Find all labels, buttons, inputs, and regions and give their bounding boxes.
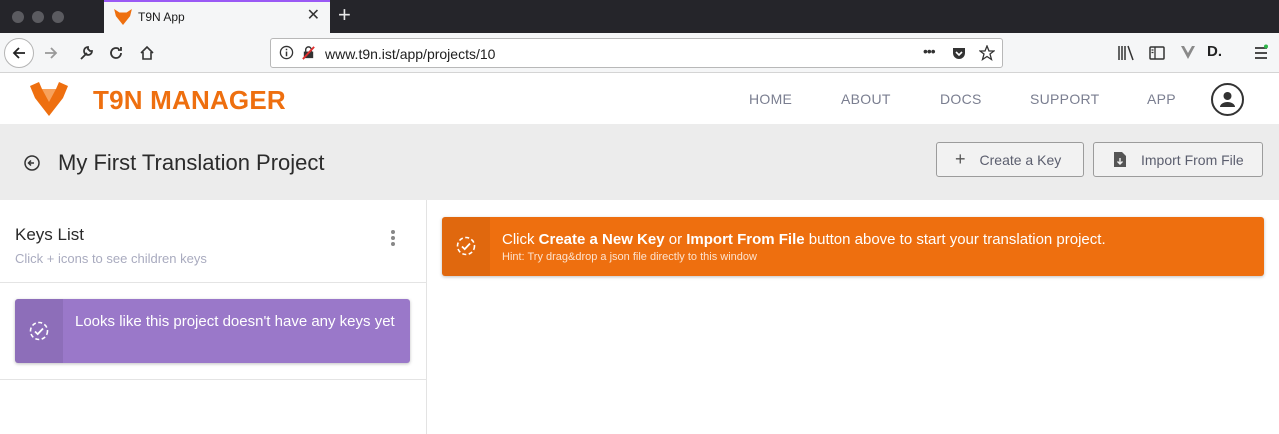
back-button[interactable]: [4, 38, 34, 68]
banner-hint: Hint: Try drag&drop a json file directly…: [502, 251, 757, 263]
forward-button[interactable]: [36, 38, 66, 68]
import-from-file-label: Import From File: [1141, 151, 1244, 168]
fox-favicon-icon: [114, 9, 132, 25]
sidebar-toggle-icon[interactable]: [1148, 44, 1166, 62]
import-from-file-button[interactable]: Import From File: [1093, 142, 1263, 177]
back-arrow-icon: [12, 47, 25, 59]
forward-arrow-icon: [45, 47, 58, 59]
pocket-icon[interactable]: [951, 45, 967, 61]
nav-home[interactable]: HOME: [749, 91, 792, 107]
customize-button[interactable]: [71, 38, 101, 68]
plus-icon: +: [955, 149, 966, 169]
keys-panel: Keys List Click + icons to see children …: [0, 200, 427, 434]
banner-text-suffix: button above to start your translation p…: [804, 231, 1106, 248]
brand-name[interactable]: T9N MANAGER: [93, 85, 286, 116]
back-circle-icon[interactable]: [24, 155, 40, 171]
browser-nav-bar: www.t9n.ist/app/projects/10 ••• D.: [0, 33, 1279, 73]
window-minimize-dot[interactable]: [32, 11, 44, 23]
page-actions-more-icon[interactable]: •••: [923, 43, 936, 59]
file-import-icon: [1114, 152, 1126, 167]
banner-create-key-text: Create a New Key: [538, 231, 665, 248]
browser-tab-strip: T9N App ✕ +: [0, 0, 1279, 33]
fox-logo-icon[interactable]: [30, 82, 68, 116]
app-header: T9N MANAGER HOME ABOUT DOCS SUPPORT APP: [0, 74, 1279, 124]
divider: [0, 282, 427, 283]
extension-d-icon[interactable]: D.: [1207, 43, 1222, 60]
vue-devtools-icon[interactable]: [1180, 44, 1196, 62]
project-title: My First Translation Project: [58, 150, 325, 175]
user-avatar-button[interactable]: [1211, 83, 1244, 116]
nav-app[interactable]: APP: [1147, 91, 1176, 107]
keys-list-subtitle: Click + icons to see children keys: [15, 251, 207, 266]
url-bar[interactable]: www.t9n.ist/app/projects/10 •••: [270, 38, 1003, 68]
dashed-check-circle-icon: [456, 236, 476, 256]
banner-text-prefix: Click: [502, 231, 539, 248]
keys-list-title: Keys List: [15, 225, 84, 244]
bookmark-star-icon[interactable]: [979, 45, 995, 61]
reload-button[interactable]: [101, 38, 131, 68]
tab-close-icon[interactable]: ✕: [307, 8, 320, 24]
reload-icon: [110, 47, 122, 59]
empty-keys-alert: Looks like this project doesn't have any…: [15, 299, 410, 363]
banner-message: Click Create a New Key or Import From Fi…: [502, 231, 1106, 248]
hamburger-menu-icon[interactable]: [1252, 44, 1270, 62]
browser-tab[interactable]: T9N App ✕: [104, 0, 330, 33]
kebab-menu-icon[interactable]: [389, 230, 397, 250]
nav-about[interactable]: ABOUT: [841, 91, 891, 107]
url-text[interactable]: www.t9n.ist/app/projects/10: [325, 46, 495, 62]
nav-support[interactable]: SUPPORT: [1030, 91, 1100, 107]
library-icon[interactable]: [1117, 44, 1135, 62]
dashed-check-circle-icon: [29, 321, 49, 341]
user-icon: [1220, 92, 1235, 107]
banner-text-middle: or: [664, 231, 687, 248]
banner-import-text: Import From File: [686, 231, 805, 248]
new-tab-button[interactable]: +: [338, 4, 351, 26]
info-icon[interactable]: [279, 45, 294, 60]
window-close-dot[interactable]: [12, 11, 24, 23]
start-hint-banner: Click Create a New Key or Import From Fi…: [442, 217, 1264, 276]
window-zoom-dot[interactable]: [52, 11, 64, 23]
insecure-lock-icon[interactable]: [301, 45, 316, 60]
create-key-label: Create a Key: [979, 151, 1062, 168]
tab-title: T9N App: [138, 10, 185, 24]
home-icon: [140, 45, 154, 60]
home-button[interactable]: [132, 38, 162, 68]
empty-keys-message: Looks like this project doesn't have any…: [75, 313, 395, 330]
wrench-icon: [80, 46, 93, 60]
project-bar: My First Translation Project + Create a …: [0, 124, 1279, 200]
nav-docs[interactable]: DOCS: [940, 91, 982, 107]
create-key-button[interactable]: + Create a Key: [936, 142, 1084, 177]
divider: [0, 379, 427, 380]
